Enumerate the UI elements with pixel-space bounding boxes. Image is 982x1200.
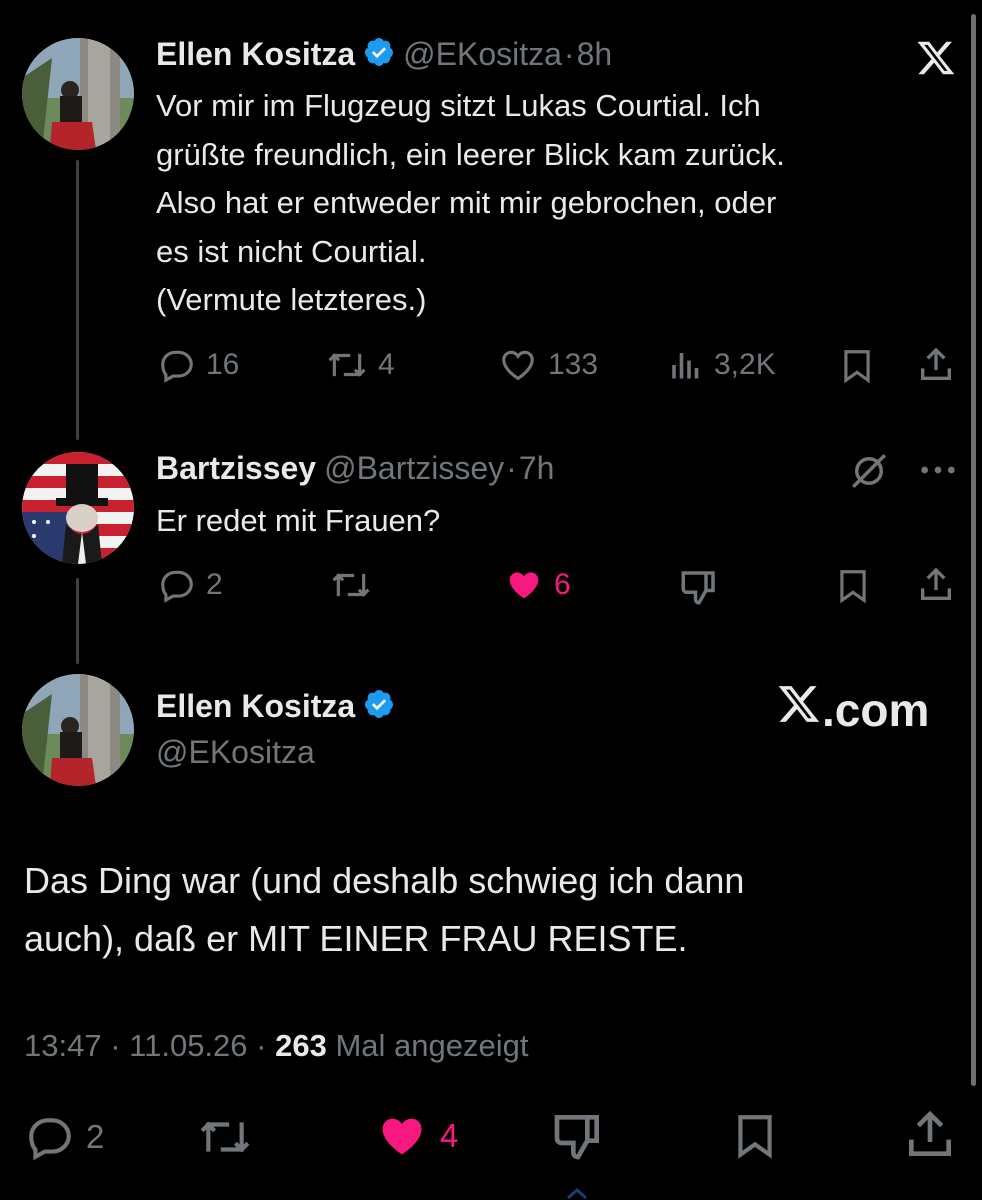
views-count[interactable]: 263 — [275, 1028, 327, 1063]
like-count: 4 — [440, 1117, 459, 1154]
author-handle[interactable]: @Bartzissey — [324, 450, 504, 487]
share-icon — [916, 344, 956, 386]
reply-button[interactable]: 2 — [24, 1112, 104, 1162]
bookmark-button[interactable] — [730, 1108, 780, 1164]
bookmark-button[interactable] — [838, 346, 876, 386]
scrollbar[interactable] — [971, 14, 976, 1086]
views-button[interactable]: 3,2K — [668, 346, 776, 384]
dislike-icon — [678, 566, 720, 608]
reply-button[interactable]: 2 — [158, 566, 223, 604]
views-icon — [668, 346, 704, 384]
dislike-icon — [550, 1108, 606, 1164]
dislike-button[interactable] — [678, 566, 720, 608]
repost-button[interactable] — [330, 566, 372, 604]
bookmark-icon — [838, 346, 876, 386]
separator-dot: · — [563, 36, 575, 72]
views-count: 3,2K — [714, 348, 776, 381]
xcom-label: .com — [822, 683, 930, 736]
repost-count: 4 — [378, 348, 395, 381]
bookmark-button[interactable] — [834, 566, 872, 606]
dislike-button[interactable] — [550, 1108, 606, 1164]
like-button[interactable]: 6 — [504, 566, 571, 604]
like-count: 6 — [554, 568, 571, 601]
like-icon — [498, 346, 538, 384]
tweet-text: Er redet mit Frauen? — [156, 503, 441, 538]
reply-count: 2 — [86, 1118, 105, 1155]
repost-icon — [196, 1112, 254, 1162]
reply-icon — [158, 346, 196, 384]
reply-button[interactable]: 16 — [158, 346, 239, 384]
like-icon — [374, 1110, 430, 1162]
thread-connector — [76, 578, 79, 664]
grok-icon[interactable] — [848, 450, 890, 497]
share-icon — [902, 1106, 958, 1164]
tweet-date[interactable]: 11.05.26 — [129, 1028, 247, 1063]
author-name[interactable]: Ellen Kositza — [156, 688, 355, 725]
tweet-meta: 13:47 · 11.05.26 · 263 Mal angezeigt — [24, 1028, 528, 1064]
avatar[interactable] — [22, 38, 134, 150]
xcom-branding: .com — [776, 682, 929, 737]
author-handle[interactable]: @EKositza — [403, 36, 562, 73]
reply-count: 2 — [206, 568, 223, 601]
repost-button[interactable] — [196, 1112, 254, 1162]
timestamp[interactable]: 7h — [519, 450, 555, 487]
like-button[interactable]: 4 — [374, 1110, 458, 1162]
avatar[interactable] — [22, 452, 134, 564]
like-count: 133 — [548, 348, 599, 381]
separator-dot: · — [256, 1028, 267, 1063]
tweet-text: Vor mir im Flugzeug sitzt Lukas Courtial… — [156, 88, 785, 317]
share-button[interactable] — [916, 564, 956, 606]
bookmark-icon — [730, 1108, 780, 1164]
timestamp[interactable]: 8h — [577, 36, 613, 73]
author-handle[interactable]: @EKositza — [156, 734, 315, 771]
tweet-text: Das Ding war (und deshalb schwieg ich da… — [24, 860, 745, 959]
author-name[interactable]: Bartzissey — [156, 450, 316, 487]
repost-icon — [326, 346, 368, 384]
separator-dot: · — [506, 450, 517, 486]
reply-icon — [24, 1112, 76, 1162]
avatar[interactable] — [22, 674, 134, 786]
thread-connector — [76, 160, 79, 440]
like-button[interactable]: 133 — [498, 346, 598, 384]
x-logo-icon[interactable] — [916, 38, 956, 83]
share-button[interactable] — [916, 344, 956, 386]
verified-badge-icon — [363, 36, 395, 73]
tweet-time[interactable]: 13:47 — [24, 1028, 102, 1063]
share-icon — [916, 564, 956, 606]
chevron-up-icon — [566, 1186, 588, 1200]
x-logo-icon — [776, 682, 822, 737]
repost-button[interactable]: 4 — [326, 346, 395, 384]
repost-icon — [330, 566, 372, 604]
reply-icon — [158, 566, 196, 604]
views-label: Mal angezeigt — [335, 1028, 529, 1063]
like-icon — [504, 566, 544, 604]
verified-badge-icon — [363, 688, 395, 725]
author-name[interactable]: Ellen Kositza — [156, 36, 355, 73]
more-icon[interactable] — [918, 458, 958, 487]
separator-dot: · — [110, 1028, 121, 1063]
bookmark-icon — [834, 566, 872, 606]
reply-count: 16 — [206, 348, 240, 381]
share-button[interactable] — [902, 1106, 958, 1164]
